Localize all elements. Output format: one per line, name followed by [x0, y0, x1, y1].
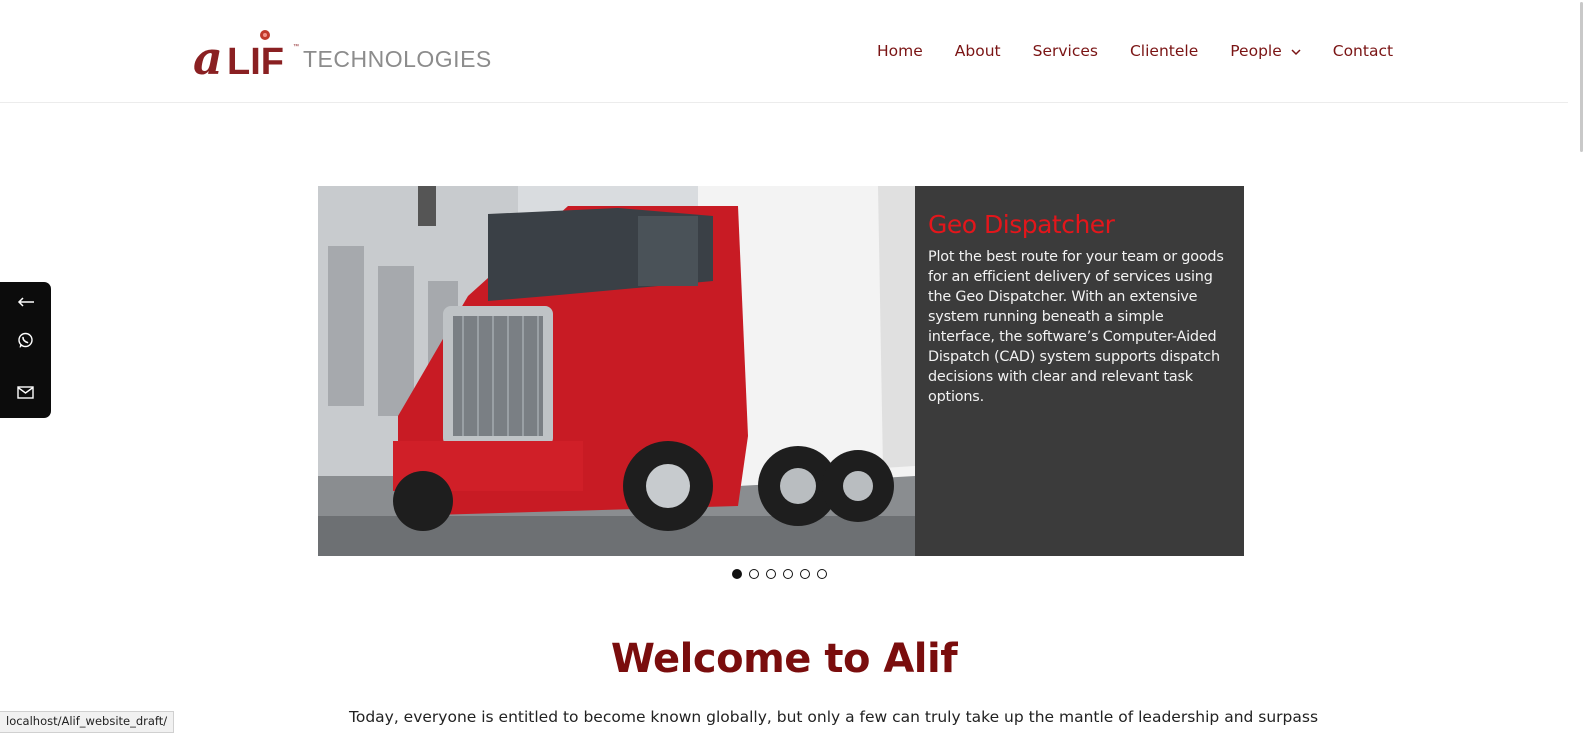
browser-status-url: localhost/Alif_website_draft/ [0, 711, 175, 733]
page-scrollbar[interactable] [1568, 0, 1585, 738]
hero-slider: Geo Dispatcher Plot the best route for y… [318, 186, 1244, 556]
nav-services-label: Services [1032, 42, 1098, 60]
slider-dot[interactable] [800, 569, 810, 579]
email-button[interactable] [0, 372, 51, 412]
svg-text:LIF: LIF [227, 41, 284, 78]
whatsapp-button[interactable] [0, 320, 51, 360]
slide-title: Geo Dispatcher [928, 210, 1115, 239]
main-nav: Home About Services Clientele People Con… [877, 42, 1425, 60]
mail-icon [17, 385, 34, 399]
slider-dot[interactable] [783, 569, 793, 579]
slide-description: Plot the best route for your team or goo… [928, 249, 1224, 405]
slider-dot[interactable] [749, 569, 759, 579]
nav-contact[interactable]: Contact [1333, 42, 1393, 60]
site-header: a LIF ™ TECHNOLOGIES Home About Services… [0, 0, 1568, 103]
nav-home-label: Home [877, 42, 923, 60]
slider-dot[interactable] [766, 569, 776, 579]
nav-contact-label: Contact [1332, 42, 1394, 60]
slider-dot[interactable] [817, 569, 827, 579]
welcome-heading: Welcome to Alif [610, 636, 958, 682]
arrow-left-icon [17, 297, 34, 307]
slide-caption-panel: Geo Dispatcher Plot the best route for y… [915, 186, 1244, 556]
slider-dot[interactable] [732, 569, 742, 579]
nav-home[interactable]: Home [877, 42, 923, 60]
whatsapp-icon [18, 332, 33, 348]
nav-people-label: People [1230, 42, 1282, 60]
svg-text:a: a [193, 31, 223, 78]
collapse-bar-button[interactable] [0, 282, 51, 322]
nav-clientele[interactable]: Clientele [1130, 42, 1198, 60]
slider-pagination [732, 569, 827, 579]
scrollbar-thumb[interactable] [1580, 2, 1583, 152]
nav-services[interactable]: Services [1033, 42, 1098, 60]
site-logo[interactable]: a LIF ™ TECHNOLOGIES [193, 22, 492, 78]
nav-about[interactable]: About [955, 42, 1001, 60]
floating-contact-bar [0, 282, 51, 418]
chevron-down-icon [1291, 48, 1301, 55]
logo-subtext: TECHNOLOGIES [303, 46, 492, 72]
truck-image [318, 186, 915, 556]
nav-people[interactable]: People [1230, 42, 1301, 60]
svg-text:™: ™ [293, 43, 299, 50]
intro-paragraph: Today, everyone is entitled to become kn… [349, 708, 1319, 726]
nav-about-label: About [954, 42, 1001, 60]
alif-logo-icon: a LIF ™ [193, 30, 299, 78]
nav-clientele-label: Clientele [1129, 42, 1199, 60]
